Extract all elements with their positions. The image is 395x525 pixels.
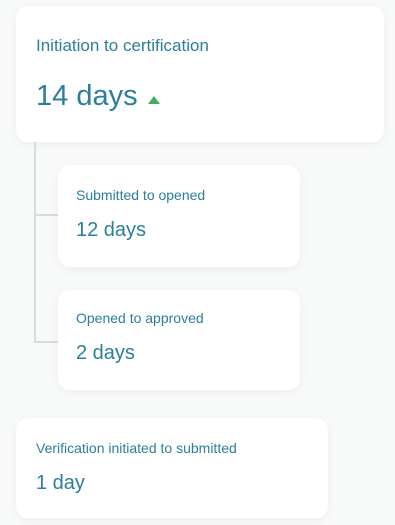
triangle-up-icon xyxy=(147,95,160,104)
opened-to-approved-card: Opened to approved 2 days xyxy=(58,290,300,390)
metric-value-row: 14 days xyxy=(36,80,384,113)
verification-initiated-to-submitted-card: Verification initiated to submitted 1 da… xyxy=(16,418,328,518)
tree-connector-vertical xyxy=(34,142,36,342)
metric-label: Initiation to certification xyxy=(36,36,209,55)
metric-value: 12 days xyxy=(76,219,147,241)
metric-label: Submitted to opened xyxy=(76,187,206,203)
submitted-to-opened-card: Submitted to opened 12 days xyxy=(58,165,300,267)
metric-value: 14 days xyxy=(36,80,138,112)
metric-label: Verification initiated to submitted xyxy=(36,440,237,456)
tree-connector-branch xyxy=(34,214,58,216)
tree-connector-branch xyxy=(34,341,58,343)
initiation-to-certification-card: Initiation to certification 14 days xyxy=(16,6,384,142)
metric-value: 1 day xyxy=(36,472,85,494)
metric-value: 2 days xyxy=(76,342,135,364)
metric-label: Opened to approved xyxy=(76,310,204,326)
